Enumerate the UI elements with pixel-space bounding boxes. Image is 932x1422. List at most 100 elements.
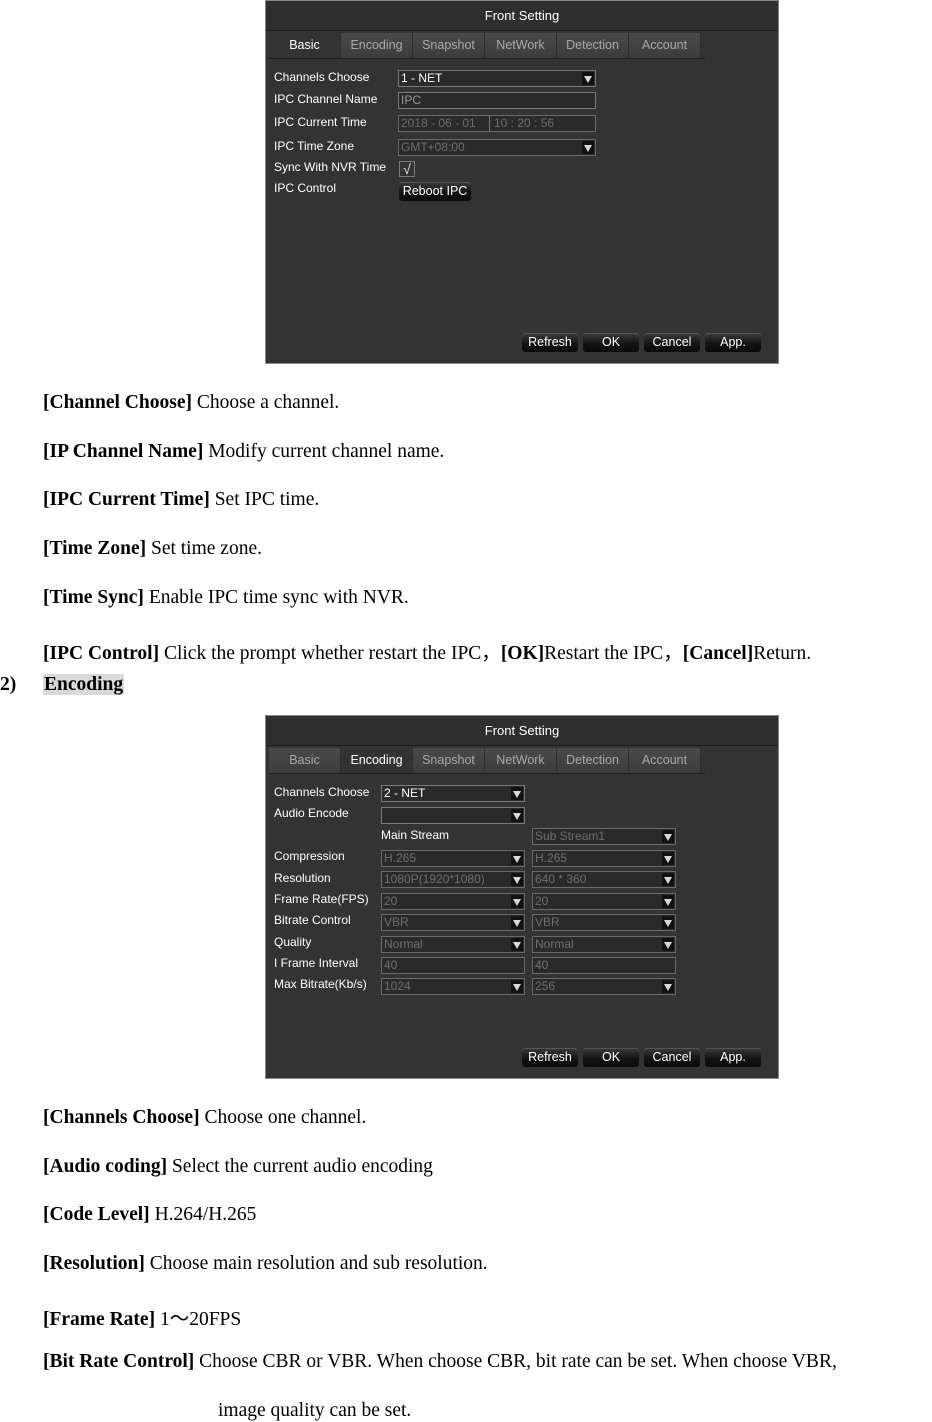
definition: 1～20FPS [155,1309,242,1330]
tab-detection[interactable]: Detection [557,33,629,58]
tab-encoding[interactable]: Encoding [341,33,413,58]
tab-snapshot[interactable]: Snapshot [413,748,485,773]
term: [Channel Choose] [43,392,192,413]
dropdown-arrow-icon[interactable] [582,72,594,85]
ipc-current-time-field[interactable]: 2018 - 06 - 01 10 : 20 : 56 [398,115,596,132]
definition: Enable IPC time sync with NVR. [143,587,409,608]
sub-frame-rate-select[interactable]: 20 [532,893,676,910]
term: [Resolution] [43,1253,145,1274]
dropdown-arrow-icon[interactable] [511,895,523,908]
tab-encoding[interactable]: Encoding [341,748,413,773]
reboot-ipc-button[interactable]: Reboot IPC [399,182,471,201]
dropdown-arrow-icon[interactable] [662,980,674,993]
sub-max-bitrate-select[interactable]: 256 [532,978,676,995]
tab-network[interactable]: NetWork [485,33,557,58]
term: [IP Channel Name] [43,441,204,462]
dropdown-arrow-icon[interactable] [511,787,523,800]
main-max-bitrate-select[interactable]: 1024 [381,978,525,995]
sync-with-nvr-label: Sync With NVR Time [274,160,387,174]
value: Normal [384,937,423,951]
cancel-button[interactable]: Cancel [644,1048,700,1067]
main-quality-select[interactable]: Normal [381,936,525,953]
tab-network[interactable]: NetWork [485,748,557,773]
desc-ip-channel-name: [IP Channel Name] Modify current channel… [43,441,444,463]
ok-button[interactable]: OK [583,1048,639,1067]
dropdown-arrow-icon[interactable] [662,873,674,886]
date-value: 2018 - 06 - 01 [401,116,476,130]
tab-account[interactable]: Account [629,748,701,773]
term: [Code Level] [43,1204,150,1225]
definition: Choose one channel. [199,1107,367,1128]
definition: Choose CBR or VBR. When choose CBR, bit … [194,1351,837,1372]
ipc-control-label: IPC Control [274,181,337,195]
dropdown-arrow-icon[interactable] [511,809,523,822]
refresh-button[interactable]: Refresh [522,333,578,352]
sub-stream-select[interactable]: Sub Stream1 [532,828,676,845]
tab-snapshot[interactable]: Snapshot [413,33,485,58]
main-bitrate-control-select[interactable]: VBR [381,914,525,931]
value: Normal [535,937,574,951]
dropdown-arrow-icon[interactable] [582,141,594,154]
desc-channels-choose: [Channels Choose] Choose one channel. [43,1107,366,1129]
dropdown-arrow-icon[interactable] [662,916,674,929]
apply-button[interactable]: App. [705,1048,761,1067]
dropdown-arrow-icon[interactable] [511,980,523,993]
main-compression-select[interactable]: H.265 [381,850,525,867]
refresh-button[interactable]: Refresh [522,1048,578,1067]
time-zone-value: GMT+08:00 [401,140,465,154]
sub-resolution-select[interactable]: 640 * 360 [532,871,676,888]
dropdown-arrow-icon[interactable] [511,852,523,865]
dropdown-arrow-icon[interactable] [662,895,674,908]
term: [Time Sync] [43,587,144,608]
channel-select[interactable]: 2 - NET [381,785,525,802]
ipc-channel-name-input[interactable]: IPC [398,92,596,109]
main-stream-label: Main Stream [381,828,450,842]
desc-ipc-current-time: [IPC Current Time] Set IPC time. [43,489,319,511]
term: [Time Zone] [43,538,147,559]
ok-button[interactable]: OK [583,333,639,352]
i-frame-interval-label: I Frame Interval [274,956,359,970]
term-cancel: [Cancel] [682,643,754,664]
sub-i-frame-interval-input[interactable]: 40 [532,957,676,974]
max-bitrate-label: Max Bitrate(Kb/s) [274,977,367,991]
time-value: 10 : 20 : 56 [494,116,555,130]
tab-detection[interactable]: Detection [557,748,629,773]
main-frame-rate-select[interactable]: 20 [381,893,525,910]
main-resolution-select[interactable]: 1080P(1920*1080) [381,871,525,888]
cancel-button[interactable]: Cancel [644,333,700,352]
sub-bitrate-control-select[interactable]: VBR [532,914,676,931]
desc-bit-rate-control: [Bit Rate Control] Choose CBR or VBR. Wh… [43,1351,837,1373]
dropdown-arrow-icon[interactable] [662,852,674,865]
ipc-channel-name-label: IPC Channel Name [274,92,378,106]
dropdown-arrow-icon[interactable] [511,916,523,929]
dropdown-arrow-icon[interactable] [662,830,674,843]
compression-label: Compression [274,849,345,863]
desc-frame-rate: [Frame Rate] 1～20FPS [43,1302,241,1331]
value: 20 [535,894,549,908]
channel-select[interactable]: 1 - NET [398,70,596,87]
apply-button[interactable]: App. [705,333,761,352]
tab-bar: Basic Encoding Snapshot NetWork Detectio… [269,33,705,59]
audio-encode-label: Audio Encode [274,806,349,820]
term-ok: [OK] [500,643,545,664]
dropdown-arrow-icon[interactable] [511,938,523,951]
value: VBR [384,915,409,929]
desc-audio-coding: [Audio coding] Select the current audio … [43,1156,433,1178]
tab-account[interactable]: Account [629,33,701,58]
desc-ipc-control: [IPC Control] Click the prompt whether r… [43,636,811,665]
desc-resolution: [Resolution] Choose main resolution and … [43,1253,488,1275]
time-zone-select[interactable]: GMT+08:00 [398,139,596,156]
section-heading: 2) Encoding [0,674,125,696]
dropdown-arrow-icon[interactable] [662,938,674,951]
sub-compression-select[interactable]: H.265 [532,850,676,867]
ipc-current-time-label: IPC Current Time [274,115,367,129]
desc-code-level: [Code Level] H.264/H.265 [43,1204,256,1226]
sync-checkbox[interactable]: √ [399,161,415,177]
audio-encode-select[interactable] [381,807,525,824]
sub-quality-select[interactable]: Normal [532,936,676,953]
dropdown-arrow-icon[interactable] [511,873,523,886]
main-i-frame-interval-input[interactable]: 40 [381,957,525,974]
tab-basic[interactable]: Basic [269,748,341,773]
tab-basic[interactable]: Basic [269,33,341,58]
definition: H.264/H.265 [149,1204,257,1225]
